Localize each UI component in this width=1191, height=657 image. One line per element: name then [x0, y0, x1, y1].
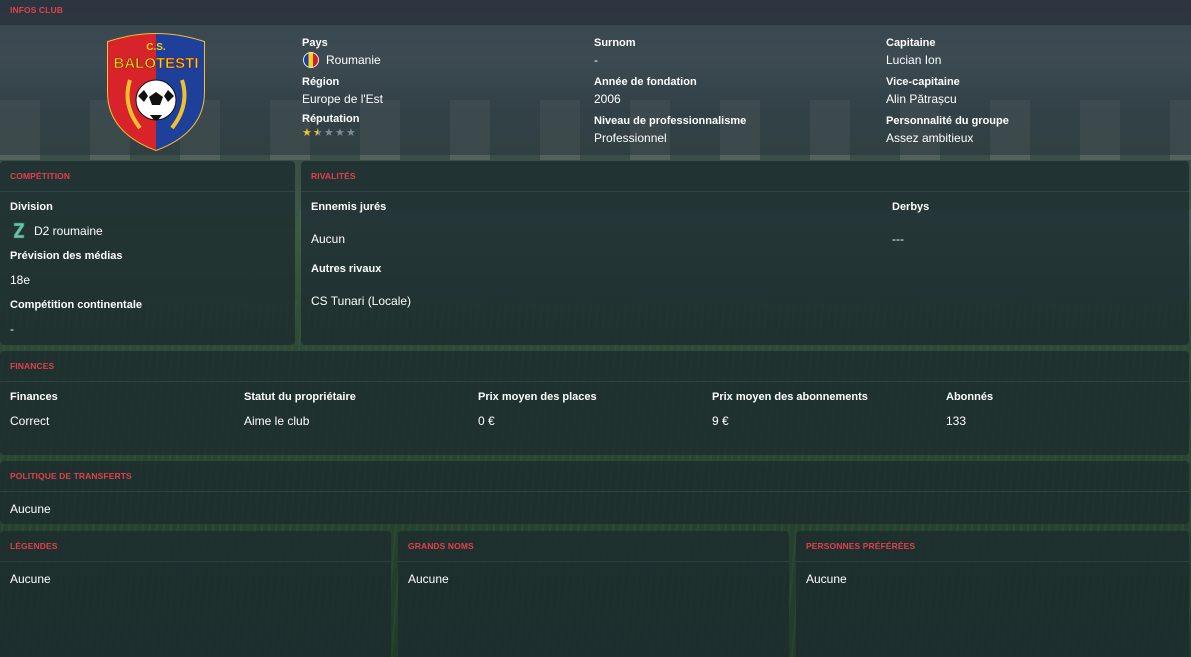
- favored-people-panel: PERSONNES PRÉFÉRÉES Aucune: [796, 531, 1189, 657]
- finances-panel: FINANCES Finances Correct Statut du prop…: [0, 351, 1189, 455]
- finances-label: Finances: [10, 391, 58, 403]
- season-ticket-price-label: Prix moyen des abonnements: [712, 391, 868, 403]
- founded-value: 2006: [594, 92, 621, 106]
- reputation-stars: ★ ★ ★ ★ ★: [302, 127, 356, 139]
- competition-panel: COMPÉTITION Division D2 roumaine Prévisi…: [0, 161, 295, 345]
- division-label: Division: [10, 201, 53, 213]
- nickname-label: Surnom: [594, 37, 636, 49]
- reputation-label: Réputation: [302, 113, 360, 125]
- continental-label: Compétition continentale: [10, 299, 142, 311]
- empty-star-icon: ★: [346, 127, 356, 139]
- subscribers-value: 133: [946, 414, 967, 428]
- legends-title: LÉGENDES: [0, 531, 391, 562]
- season-ticket-price-value: 9 €: [712, 414, 729, 428]
- svg-text:C.S.: C.S.: [146, 42, 166, 53]
- owner-status-value: Aime le club: [244, 414, 310, 428]
- rivalries-panel: RIVALITÉS Ennemis jurés Aucun Autres riv…: [301, 161, 1189, 345]
- professionalism-value: Professionnel: [594, 131, 667, 145]
- region-value: Europe de l'Est: [302, 92, 384, 106]
- group-personality-label: Personnalité du groupe: [886, 115, 1009, 127]
- svg-text:BALOTESTI: BALOTESTI: [114, 55, 199, 72]
- rivalries-title: RIVALITÉS: [301, 161, 1189, 192]
- owner-status-label: Statut du propriétaire: [244, 391, 356, 403]
- other-rivals-value[interactable]: CS Tunari (Locale): [311, 294, 411, 308]
- finances-value: Correct: [10, 414, 50, 428]
- transfer-policy-title: POLITIQUE DE TRANSFERTS: [0, 461, 1189, 492]
- half-star-icon: ★: [313, 127, 323, 139]
- legends-value: Aucune: [10, 572, 51, 586]
- vice-captain-value[interactable]: Alin Pătrașcu: [886, 92, 957, 106]
- derbies-label: Derbys: [892, 201, 930, 213]
- media-prediction-label: Prévision des médias: [10, 250, 123, 262]
- region-label: Région: [302, 76, 340, 88]
- founded-label: Année de fondation: [594, 76, 697, 88]
- ticket-price-label: Prix moyen des places: [478, 391, 597, 403]
- club-crest-logo: C.S. BALOTESTI: [107, 33, 205, 152]
- favored-people-value: Aucune: [806, 572, 847, 586]
- continental-value: -: [10, 322, 14, 336]
- club-info-panel: INFOS CLUB C.S. BALOTESTI Pays Roumanie …: [0, 0, 1191, 155]
- country-value[interactable]: Roumanie: [326, 53, 381, 67]
- romania-flag-icon: [303, 52, 319, 68]
- big-names-title: GRANDS NOMS: [398, 531, 789, 562]
- empty-star-icon: ★: [324, 127, 334, 139]
- nickname-value: -: [594, 53, 598, 67]
- division-logo-icon: [13, 222, 25, 239]
- big-names-panel: GRANDS NOMS Aucune: [398, 531, 789, 657]
- captain-value[interactable]: Lucian Ion: [886, 53, 941, 67]
- derbies-value: ---: [892, 232, 904, 246]
- vice-captain-label: Vice-capitaine: [886, 76, 960, 88]
- club-info-title: INFOS CLUB: [0, 0, 1191, 26]
- professionalism-label: Niveau de professionnalisme: [594, 115, 747, 127]
- other-rivals-label: Autres rivaux: [311, 263, 382, 275]
- sworn-enemies-label: Ennemis jurés: [311, 201, 387, 213]
- captain-label: Capitaine: [886, 37, 936, 49]
- sworn-enemies-value: Aucun: [311, 232, 346, 246]
- media-prediction-value: 18e: [10, 273, 31, 287]
- finances-title: FINANCES: [0, 351, 1189, 382]
- empty-star-icon: ★: [335, 127, 345, 139]
- competition-title: COMPÉTITION: [0, 161, 295, 192]
- ticket-price-value: 0 €: [478, 414, 495, 428]
- transfer-policy-value: Aucune: [10, 502, 51, 516]
- subscribers-label: Abonnés: [946, 391, 994, 403]
- legends-panel: LÉGENDES Aucune: [0, 531, 391, 657]
- star-icon: ★: [302, 127, 312, 139]
- transfer-policy-panel: POLITIQUE DE TRANSFERTS Aucune: [0, 461, 1189, 524]
- division-value[interactable]: D2 roumaine: [34, 224, 103, 238]
- country-label: Pays: [302, 37, 328, 49]
- favored-people-title: PERSONNES PRÉFÉRÉES: [796, 531, 1189, 562]
- big-names-value: Aucune: [408, 572, 449, 586]
- group-personality-value: Assez ambitieux: [886, 131, 974, 145]
